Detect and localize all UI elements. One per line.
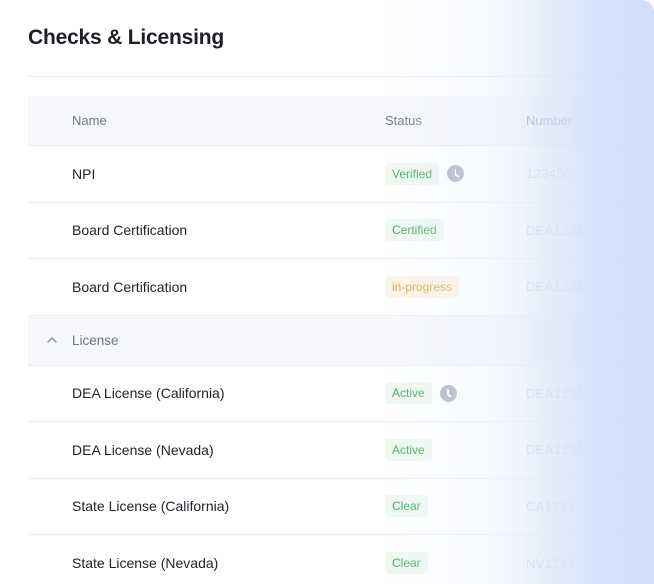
row-name: NPI — [72, 165, 96, 182]
status-badge: Active — [385, 438, 432, 461]
row-number: CA1234 — [526, 498, 575, 514]
checks-licensing-card: Checks & Licensing Name Status Number NP… — [0, 0, 654, 584]
table-header: Name Status Number — [28, 96, 654, 146]
status-badge: Clear — [385, 495, 428, 518]
row-name: DEA License (California) — [72, 385, 225, 402]
row-number: DEA1234 — [526, 222, 584, 238]
row-name: State License (California) — [72, 498, 230, 515]
row-status: Active — [385, 438, 432, 461]
row-status: in-progress — [385, 275, 460, 298]
status-badge: Certified — [385, 219, 444, 242]
table-row[interactable]: DEA License (California) Active DEA1234 — [28, 366, 654, 422]
row-status: Clear — [385, 552, 428, 575]
table-row[interactable]: Board Certification in-progress DEA1234 — [28, 259, 654, 316]
table-row[interactable]: Board Certification Certified DEA1234 — [28, 203, 654, 259]
group-label: License — [72, 332, 119, 348]
row-number: NV1234 — [526, 555, 575, 571]
status-badge: Verified — [385, 162, 440, 185]
row-status: Active — [385, 382, 457, 405]
table-row[interactable]: State License (California) Clear CA1234 — [28, 479, 654, 535]
row-name: DEA License (Nevada) — [72, 441, 214, 458]
row-status: Clear — [385, 495, 428, 518]
row-status: Verified — [385, 162, 465, 185]
row-number: DEA1234 — [526, 442, 584, 458]
status-badge: in-progress — [385, 275, 460, 298]
row-status: Certified — [385, 219, 444, 242]
status-badge: Active — [385, 382, 432, 405]
table-row[interactable]: NPI Verified 123456 — [28, 146, 654, 203]
divider — [28, 76, 648, 77]
table-row[interactable]: State License (Nevada) Clear NV1234 — [28, 535, 654, 584]
row-name: Board Certification — [72, 278, 188, 295]
row-number: 123456 — [526, 166, 572, 182]
row-number: DEA1234 — [526, 279, 584, 295]
column-header-name[interactable]: Name — [72, 113, 107, 128]
checks-table: Name Status Number NPI Verified 123456 B… — [28, 96, 654, 584]
clock-icon[interactable] — [439, 384, 457, 402]
row-number: DEA1234 — [526, 385, 584, 401]
clock-icon[interactable] — [447, 165, 465, 183]
table-row[interactable]: DEA License (Nevada) Active DEA1234 — [28, 422, 654, 479]
group-row-license[interactable]: License — [28, 315, 654, 366]
row-name: Board Certification — [72, 222, 188, 239]
row-name: State License (Nevada) — [72, 555, 219, 572]
chevron-up-icon[interactable] — [46, 334, 58, 346]
page-title: Checks & Licensing — [28, 26, 224, 49]
column-header-number[interactable]: Number — [526, 113, 572, 128]
status-badge: Clear — [385, 552, 428, 575]
column-header-status[interactable]: Status — [385, 113, 422, 128]
